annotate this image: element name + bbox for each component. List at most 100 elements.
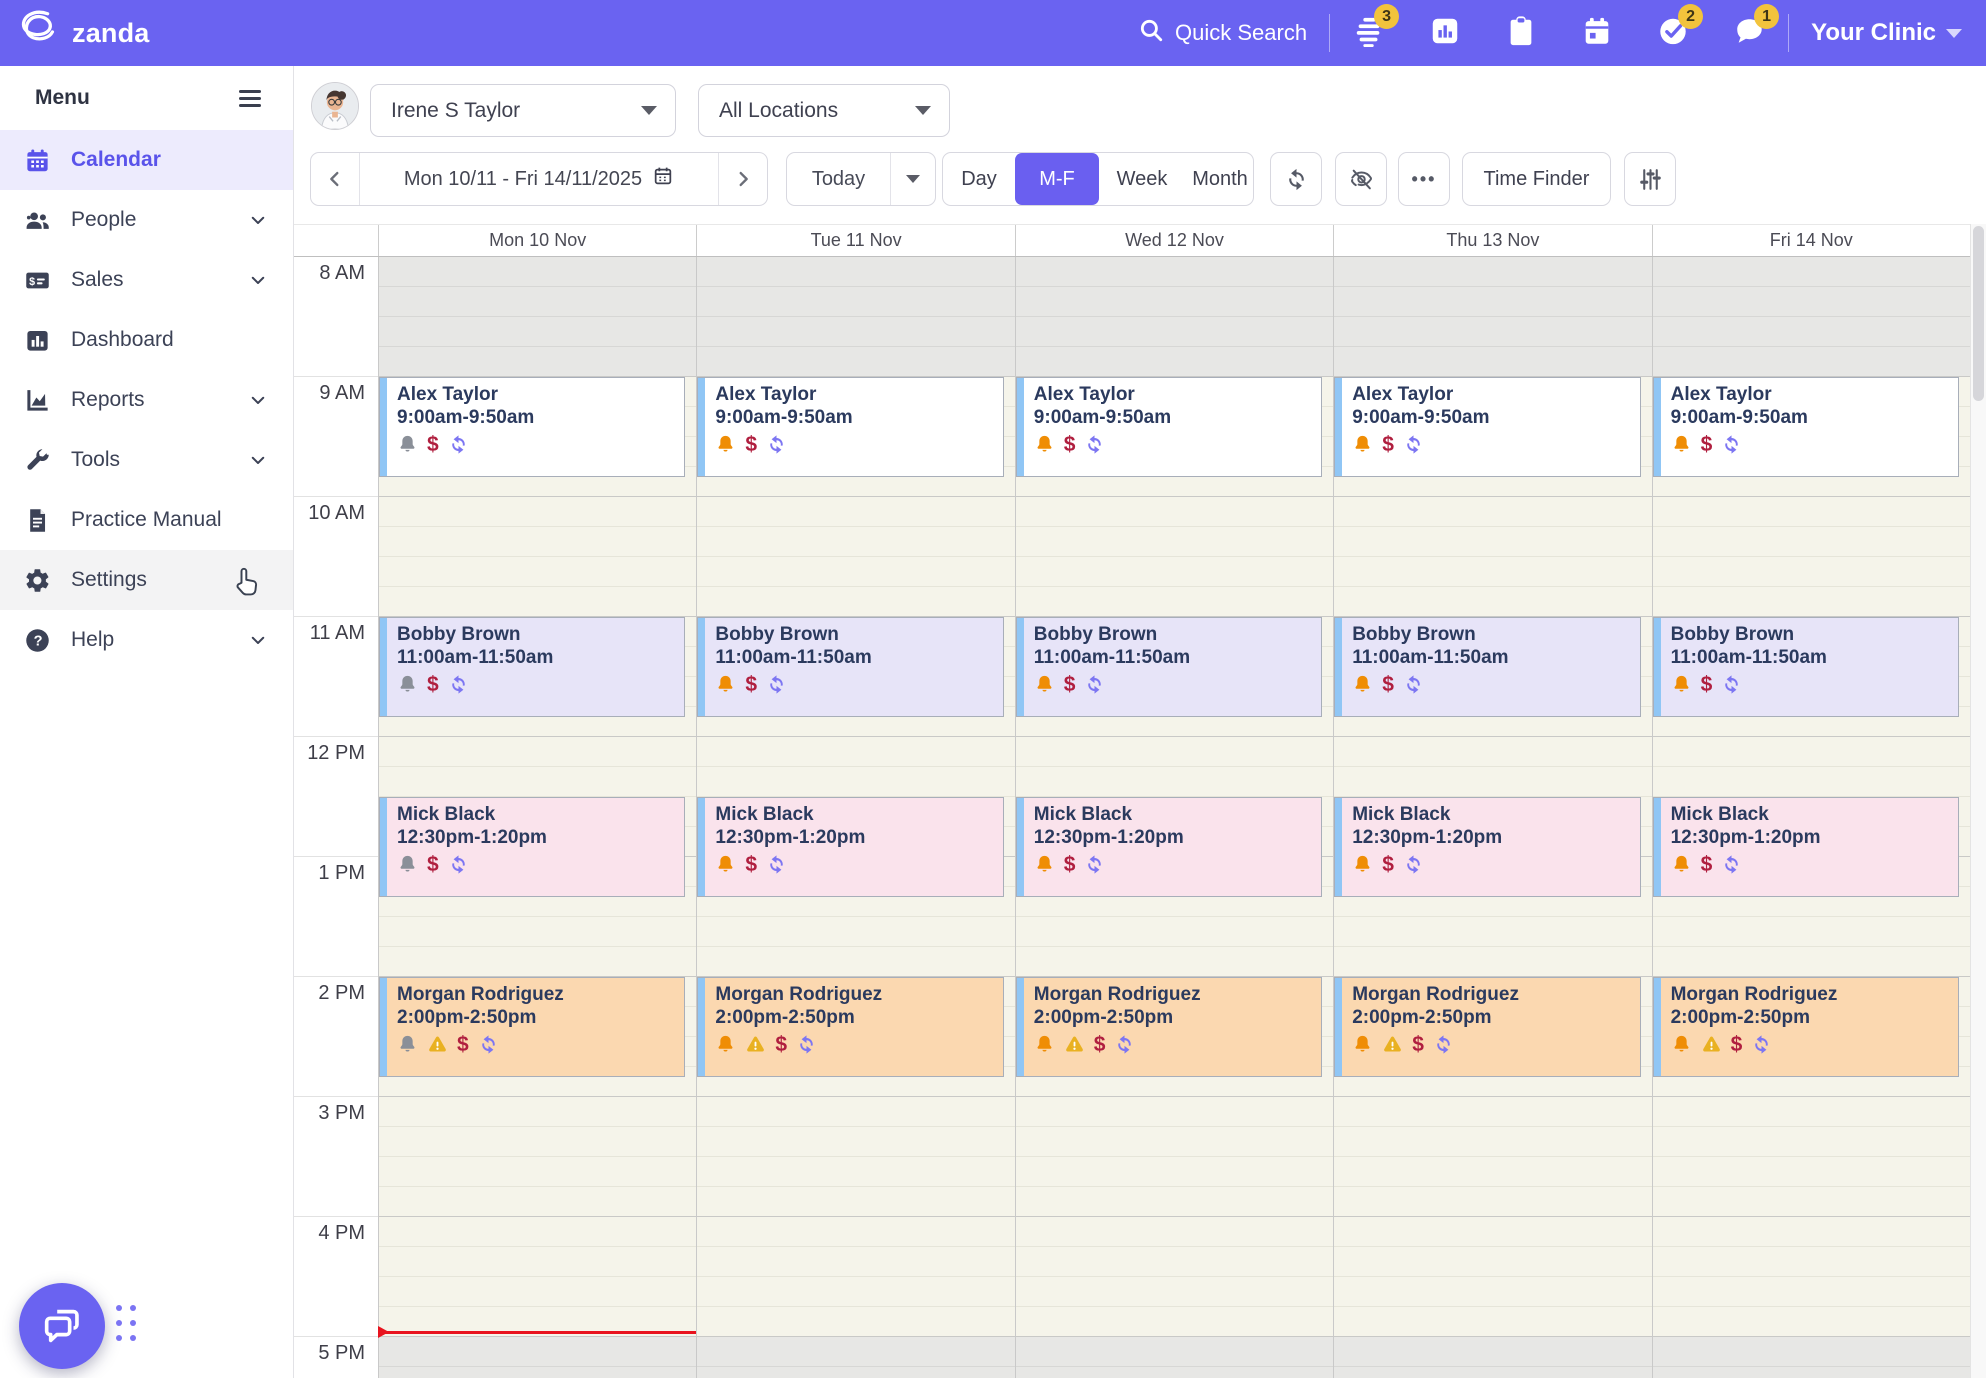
appointment-body: Bobby Brown11:00am-11:50am$	[1342, 618, 1512, 716]
location-select[interactable]: All Locations	[698, 84, 950, 137]
calendar-slot[interactable]	[1653, 1217, 1970, 1337]
appointment-body: Morgan Rodriguez2:00pm-2:50pm$	[387, 978, 568, 1076]
view-tab-day[interactable]: Day	[943, 153, 1015, 205]
appointment[interactable]: Alex Taylor9:00am-9:50am$	[1016, 377, 1322, 477]
appointment[interactable]: Mick Black12:30pm-1:20pm$	[1016, 797, 1322, 897]
clipboard-button[interactable]	[1504, 16, 1538, 50]
appointment[interactable]: Bobby Brown11:00am-11:50am$	[697, 617, 1003, 717]
calendar-slot[interactable]	[1653, 257, 1970, 377]
reminder-bell-icon	[1034, 434, 1055, 455]
view-tab-month[interactable]: Month	[1185, 153, 1254, 205]
calendar-slot[interactable]	[1653, 1337, 1970, 1378]
practitioner-select[interactable]: Irene S Taylor	[370, 84, 676, 137]
appointment[interactable]: Mick Black12:30pm-1:20pm$	[1653, 797, 1959, 897]
calendar-slot[interactable]	[1016, 257, 1333, 377]
sidebar-item-dashboard[interactable]: Dashboard	[0, 310, 293, 370]
clinic-name: Your Clinic	[1811, 19, 1936, 47]
appointment[interactable]: Morgan Rodriguez2:00pm-2:50pm$	[697, 977, 1003, 1077]
appointment-client-name: Alex Taylor	[1671, 383, 1808, 406]
appointment-time: 12:30pm-1:20pm	[1671, 826, 1821, 849]
next-week-button[interactable]	[719, 153, 767, 205]
prev-week-button[interactable]	[311, 153, 359, 205]
today-dropdown-button[interactable]	[891, 153, 935, 205]
payment-dollar-icon: $	[1701, 854, 1713, 875]
appointment[interactable]: Alex Taylor9:00am-9:50am$	[1334, 377, 1640, 477]
calendar-slot[interactable]	[379, 1097, 696, 1217]
appointment[interactable]: Bobby Brown11:00am-11:50am$	[1016, 617, 1322, 717]
sidebar-item-reports[interactable]: Reports	[0, 370, 293, 430]
payment-dollar-icon: $	[1382, 434, 1394, 455]
recurring-icon	[1721, 674, 1742, 695]
quick-search-button[interactable]: Quick Search	[1138, 17, 1307, 49]
calendar-slot[interactable]	[1334, 1097, 1651, 1217]
appointment-icons: $	[1671, 674, 1827, 695]
calendar-slot[interactable]	[1334, 257, 1651, 377]
launcher-drag-handle[interactable]	[116, 1305, 144, 1350]
calendar-slot[interactable]	[697, 1217, 1014, 1337]
reminder-bell-icon	[397, 854, 418, 875]
calendar-slot[interactable]	[697, 257, 1014, 377]
menu-toggle-icon[interactable]	[235, 86, 265, 111]
appointment[interactable]: Alex Taylor9:00am-9:50am$	[1653, 377, 1959, 477]
header-divider	[1788, 14, 1789, 52]
appointment-client-name: Alex Taylor	[397, 383, 534, 406]
calendar-slot[interactable]	[1016, 1097, 1333, 1217]
appointment[interactable]: Mick Black12:30pm-1:20pm$	[697, 797, 1003, 897]
calendar-slot[interactable]	[379, 1217, 696, 1337]
chat-launcher-button[interactable]	[19, 1283, 105, 1369]
calendar-slot[interactable]	[1016, 1337, 1333, 1378]
appointment[interactable]: Mick Black12:30pm-1:20pm$	[1334, 797, 1640, 897]
appointment[interactable]: Alex Taylor9:00am-9:50am$	[379, 377, 685, 477]
appointment[interactable]: Mick Black12:30pm-1:20pm$	[379, 797, 685, 897]
refresh-button[interactable]	[1270, 152, 1322, 206]
chat-button[interactable]: 1	[1732, 16, 1766, 50]
calendar-settings-sliders-button[interactable]	[1624, 152, 1676, 206]
calendar-slot[interactable]	[1016, 497, 1333, 617]
sidebar-item-help[interactable]: ?Help	[0, 610, 293, 670]
appointment[interactable]: Bobby Brown11:00am-11:50am$	[379, 617, 685, 717]
clinic-switcher[interactable]: Your Clinic	[1811, 19, 1962, 47]
sidebar-item-tools[interactable]: Tools	[0, 430, 293, 490]
appointment[interactable]: Bobby Brown11:00am-11:50am$	[1334, 617, 1640, 717]
calendar-slot[interactable]	[379, 257, 696, 377]
chart-button[interactable]	[1428, 16, 1462, 50]
today-button[interactable]: Today	[787, 168, 890, 191]
sidebar-item-sales[interactable]: $Sales	[0, 250, 293, 310]
waitlist-button[interactable]: 3	[1352, 16, 1386, 50]
calendar-slot[interactable]	[1334, 1337, 1651, 1378]
sidebar-item-practice-manual[interactable]: Practice Manual	[0, 490, 293, 550]
header-right: Quick Search 3 2 1 Your Clinic	[1138, 14, 1986, 52]
calendar-slot[interactable]	[697, 1337, 1014, 1378]
sidebar-item-settings[interactable]: Settings	[0, 550, 293, 610]
sidebar-item-people[interactable]: People	[0, 190, 293, 250]
zanda-logo[interactable]: zanda	[0, 8, 150, 59]
calendar-slot[interactable]	[1653, 1097, 1970, 1217]
view-tab-m-f[interactable]: M-F	[1015, 153, 1099, 205]
calendar-button[interactable]	[1580, 16, 1614, 50]
calendar-slot[interactable]	[379, 497, 696, 617]
appointment[interactable]: Morgan Rodriguez2:00pm-2:50pm$	[379, 977, 685, 1077]
tasks-button[interactable]: 2	[1656, 16, 1690, 50]
calendar-slot[interactable]	[1016, 1217, 1333, 1337]
notification-badge: 3	[1374, 4, 1399, 29]
calendar-slot[interactable]	[697, 497, 1014, 617]
calendar-slot[interactable]	[379, 1337, 696, 1378]
hide-cancelled-icon-button[interactable]	[1335, 152, 1387, 206]
vertical-scrollbar[interactable]	[1970, 224, 1986, 1378]
date-range-button[interactable]: Mon 10/11 - Fri 14/11/2025	[360, 165, 718, 193]
appointment[interactable]: Morgan Rodriguez2:00pm-2:50pm$	[1016, 977, 1322, 1077]
calendar-slot[interactable]	[1334, 497, 1651, 617]
view-tab-week[interactable]: Week	[1099, 153, 1185, 205]
sidebar-item-calendar[interactable]: Calendar	[0, 130, 293, 190]
appointment-time: 11:00am-11:50am	[1352, 646, 1508, 669]
time-finder-button[interactable]: Time Finder	[1462, 152, 1611, 206]
scrollbar-thumb[interactable]	[1973, 226, 1984, 401]
more-options-button[interactable]: •••	[1398, 152, 1450, 206]
calendar-slot[interactable]	[1334, 1217, 1651, 1337]
calendar-slot[interactable]	[697, 1097, 1014, 1217]
appointment[interactable]: Bobby Brown11:00am-11:50am$	[1653, 617, 1959, 717]
appointment[interactable]: Alex Taylor9:00am-9:50am$	[697, 377, 1003, 477]
appointment[interactable]: Morgan Rodriguez2:00pm-2:50pm$	[1653, 977, 1959, 1077]
calendar-slot[interactable]	[1653, 497, 1970, 617]
appointment[interactable]: Morgan Rodriguez2:00pm-2:50pm$	[1334, 977, 1640, 1077]
